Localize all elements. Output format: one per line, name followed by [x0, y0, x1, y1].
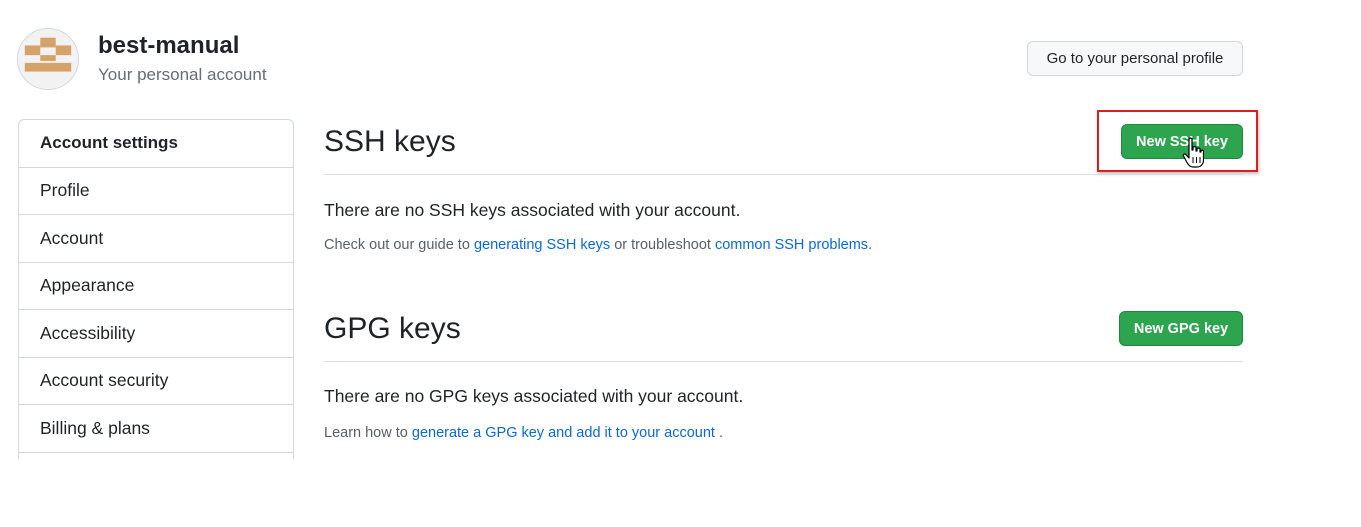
gpg-keys-title: GPG keys	[324, 312, 461, 345]
common-ssh-problems-link[interactable]: common SSH problems	[715, 237, 868, 253]
go-to-profile-button[interactable]: Go to your personal profile	[1027, 41, 1243, 76]
ssh-help-text: Check out our guide to generating SSH ke…	[324, 237, 872, 253]
gpg-help-text: Learn how to generate a GPG key and add …	[324, 425, 723, 441]
ssh-help-suffix: .	[868, 237, 873, 253]
ssh-divider	[324, 174, 1243, 175]
account-subtitle: Your personal account	[98, 65, 267, 84]
ssh-help-middle: or troubleshoot	[614, 237, 711, 253]
ssh-empty-message: There are no SSH keys associated with yo…	[324, 200, 741, 220]
ssh-gpg-settings-page: best-manual Your personal account Go to …	[0, 0, 1361, 527]
gpg-empty-message: There are no GPG keys associated with yo…	[324, 386, 744, 406]
settings-sidebar: Account settings Profile Account Appeara…	[18, 119, 294, 459]
sidebar-item-profile[interactable]: Profile	[19, 168, 293, 215]
ssh-keys-title: SSH keys	[324, 125, 456, 158]
generate-gpg-key-link[interactable]: generate a GPG key and add it to your ac…	[412, 425, 715, 441]
avatar[interactable]	[17, 28, 79, 90]
account-name: best-manual	[98, 32, 240, 59]
sidebar-item-appearance[interactable]: Appearance	[19, 263, 293, 310]
new-gpg-key-button[interactable]: New GPG key	[1119, 311, 1243, 346]
sidebar-item-account-security[interactable]: Account security	[19, 358, 293, 405]
gpg-help-suffix: .	[718, 425, 724, 441]
gpg-help-prefix: Learn how to	[324, 425, 408, 441]
sidebar-item-accessibility[interactable]: Accessibility	[19, 310, 293, 358]
generating-ssh-keys-link[interactable]: generating SSH keys	[474, 237, 610, 253]
hand-pointer-cursor-icon	[1182, 137, 1204, 168]
sidebar-item-account[interactable]: Account	[19, 215, 293, 263]
sidebar-item-billing-plans[interactable]: Billing & plans	[19, 405, 293, 453]
identicon-icon	[18, 29, 78, 89]
sidebar-heading: Account settings	[19, 120, 293, 168]
ssh-help-prefix: Check out our guide to	[324, 237, 470, 253]
gpg-divider	[324, 361, 1243, 362]
